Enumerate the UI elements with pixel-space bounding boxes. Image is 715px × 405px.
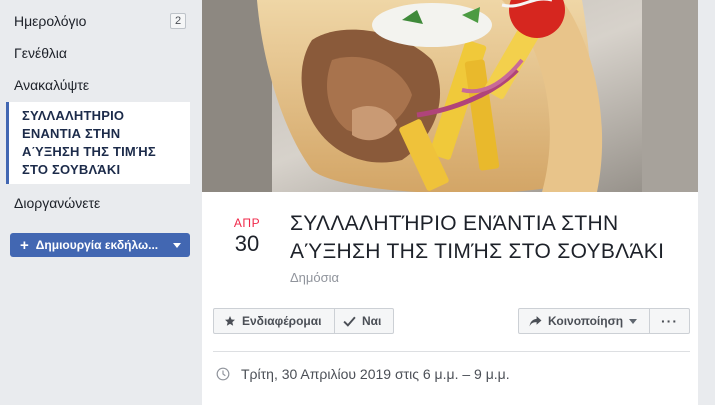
event-time-text: Τρίτη, 30 Απριλίου 2019 στις 6 μ.μ. – 9 … (241, 366, 510, 382)
event-card: ΑΠΡ 30 ΣΥΛΛΑΛΗΤΉΡΙΟ ΕΝΆΝΤΙΑ ΣΤΗΝ ΑΎΞΗΣΗ … (202, 0, 698, 405)
divider (213, 351, 690, 352)
event-cover-photo[interactable] (202, 0, 698, 192)
sidebar-item-label: Ημερολόγιο (14, 13, 87, 29)
sidebar-item-label: Ανακαλύψτε (14, 77, 90, 93)
going-yes-button[interactable]: Ναι (334, 308, 394, 334)
selected-event-line-3: ΑΎΞΗΣΗ ΤΗΣ ΤΙΜΉΣ (22, 144, 156, 159)
sidebar-item-birthdays[interactable]: Γενέθλια (0, 37, 196, 69)
event-title: ΣΥΛΛΑΛΗΤΉΡΙΟ ΕΝΆΝΤΙΑ ΣΤΗΝ ΑΎΞΗΣΗ ΤΗΣ ΤΙΜ… (290, 210, 690, 266)
sidebar-item-hosting[interactable]: Διοργανώνετε (0, 187, 210, 219)
event-date-month: ΑΠΡ (233, 216, 261, 230)
share-arrow-icon (529, 315, 542, 327)
sidebar-item-label: Γενέθλια (14, 45, 67, 61)
selected-event-line-1: ΣΥΛΛΑΛΗΤΗΡΙΟ (22, 108, 125, 123)
yes-label: Ναι (362, 314, 382, 328)
create-event-button[interactable]: + Δημιουργία εκδήλω... (10, 233, 190, 257)
event-title-line-2: ΑΎΞΗΣΗ ΤΗΣ ΤΙΜΉΣ ΣΤΟ ΣΟΥΒΛΆΚΙ (290, 240, 665, 263)
more-options-button[interactable]: ··· (649, 308, 690, 334)
event-date-day: 30 (234, 231, 260, 256)
sidebar-item-calendar[interactable]: Ημερολόγιο 2 (0, 5, 196, 37)
souvlaki-photo-icon (202, 0, 698, 192)
sidebar-item-selected-event[interactable]: ΣΥΛΛΑΛΗΤΗΡΙΟ ΕΝΑΝΤΙΑ ΣΤΗΝ ΑΎΞΗΣΗ ΤΗΣ ΤΙΜ… (6, 102, 190, 184)
chevron-down-icon (173, 243, 181, 248)
check-icon (343, 315, 356, 327)
interested-label: Ενδιαφέρομαι (242, 314, 322, 328)
chevron-down-icon (629, 318, 638, 324)
event-date: ΑΠΡ 30 (230, 216, 264, 258)
left-sidebar: Ημερολόγιο 2 Γενέθλια Ανακαλύψτε ΣΥΛΛΑΛΗ… (0, 0, 196, 405)
right-gutter (698, 0, 715, 405)
selected-event-line-2: ΕΝΑΝΤΙΑ ΣΤΗΝ (22, 126, 121, 141)
selected-event-line-4: ΣΤΟ ΣΟΥΒΛΆΚΙ (22, 162, 121, 177)
clock-icon (216, 367, 230, 381)
star-icon (224, 315, 236, 327)
event-privacy-label: Δημόσια (290, 270, 340, 285)
calendar-count-badge: 2 (170, 13, 186, 29)
create-event-label: Δημιουργία εκδήλω... (35, 238, 159, 252)
interested-button[interactable]: Ενδιαφέρομαι (213, 308, 335, 334)
share-label: Κοινοποίηση (548, 314, 624, 328)
plus-icon: + (20, 236, 29, 254)
event-title-line-1: ΣΥΛΛΑΛΗΤΉΡΙΟ ΕΝΆΝΤΙΑ ΣΤΗΝ (290, 212, 619, 235)
sidebar-item-label: Διοργανώνετε (14, 195, 101, 211)
sidebar-item-discover[interactable]: Ανακαλύψτε (0, 69, 196, 101)
more-icon: ··· (661, 313, 678, 329)
event-time-row[interactable]: Τρίτη, 30 Απριλίου 2019 στις 6 μ.μ. – 9 … (216, 366, 510, 382)
share-button[interactable]: Κοινοποίηση (518, 308, 650, 334)
